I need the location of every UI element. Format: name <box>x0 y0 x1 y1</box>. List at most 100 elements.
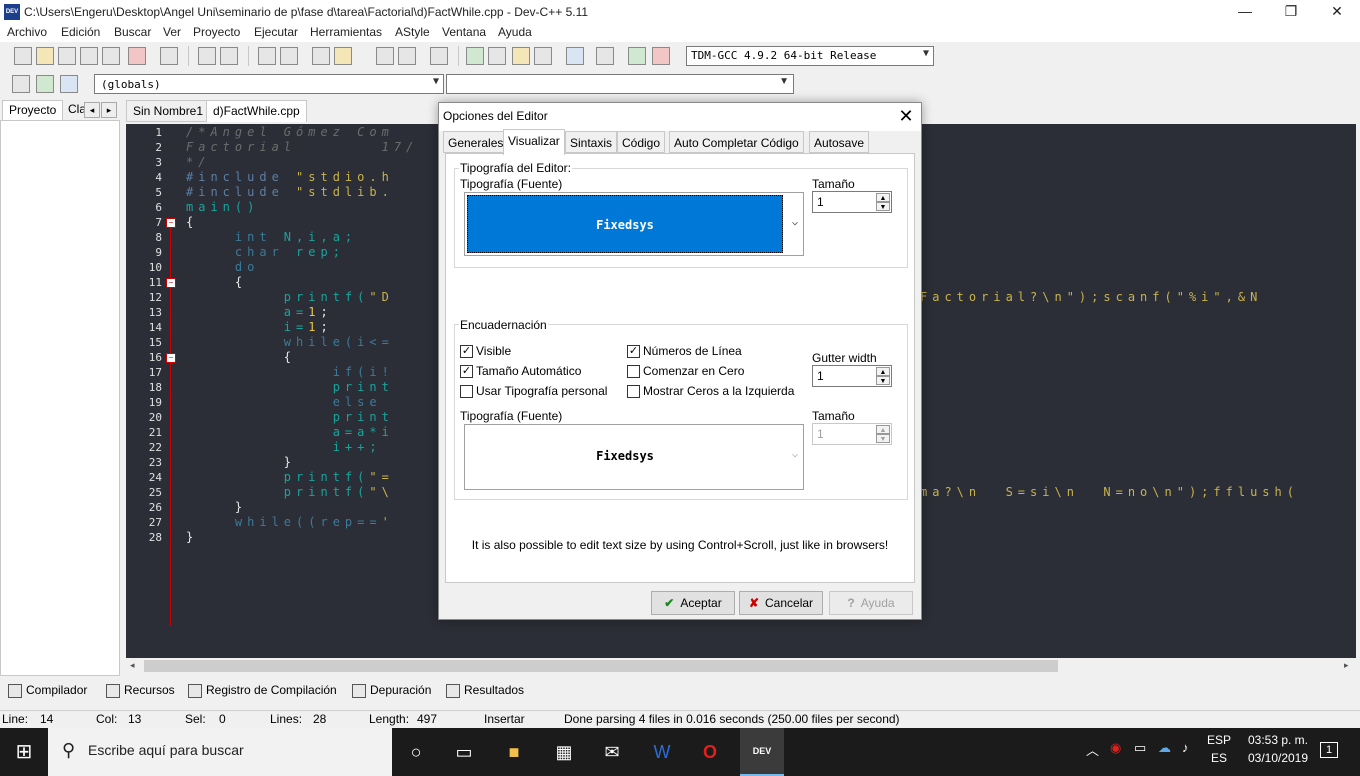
fullscreen-icon[interactable] <box>488 47 506 65</box>
open-file-icon[interactable] <box>36 47 54 65</box>
tab-compilador[interactable]: Compilador <box>6 683 87 701</box>
minimize-button[interactable]: — <box>1222 0 1268 24</box>
close-all-icon[interactable] <box>128 47 146 65</box>
mail-icon[interactable]: ✉ <box>596 736 628 768</box>
onedrive-tray-icon[interactable]: ☁ <box>1158 740 1171 756</box>
members-select[interactable]: ▼ <box>446 74 794 94</box>
menu-herramientas[interactable]: Herramientas <box>310 25 382 39</box>
menu-ayuda[interactable]: Ayuda <box>498 25 532 39</box>
stop-execution-icon[interactable] <box>596 47 614 65</box>
menu-astyle[interactable]: AStyle <box>395 25 430 39</box>
tab-resultados[interactable]: Resultados <box>444 683 524 701</box>
tab-codigo[interactable]: Código <box>617 131 666 153</box>
new-file-icon[interactable] <box>14 47 32 65</box>
goto-line-icon[interactable] <box>312 47 330 65</box>
store-icon[interactable]: ▦ <box>548 736 580 768</box>
tab-depuracion[interactable]: Depuración <box>350 683 431 701</box>
line-numbers-checkbox[interactable]: ✓ Números de Línea <box>627 344 742 358</box>
tab-autosave[interactable]: Autosave <box>809 131 870 153</box>
fold-collapse-icon[interactable]: − <box>166 218 176 228</box>
file-explorer-icon[interactable]: ■ <box>498 736 530 768</box>
auto-size-checkbox[interactable]: ✓ Tamaño Automático <box>460 364 581 378</box>
word-icon[interactable]: W <box>646 736 678 768</box>
close-window-button[interactable]: ✕ <box>1314 0 1360 24</box>
menu-buscar[interactable]: Buscar <box>114 25 151 39</box>
scroll-right-arrow-icon[interactable]: ▸ <box>1344 660 1349 671</box>
toggle-comment-icon[interactable] <box>430 47 448 65</box>
tab-sintaxis[interactable]: Sintaxis <box>565 131 618 153</box>
file-tab-factwhile[interactable]: d)FactWhile.cpp <box>206 100 307 122</box>
tab-proyecto[interactable]: Proyecto <box>2 100 64 120</box>
menu-archivo[interactable]: Archivo <box>7 25 47 39</box>
task-view-icon[interactable]: ▭ <box>448 736 480 768</box>
scrollbar-thumb[interactable] <box>144 660 1058 672</box>
insert-icon[interactable] <box>12 75 30 93</box>
tray-expand-icon[interactable]: ︿ <box>1086 740 1099 759</box>
spin-down-icon[interactable]: ▼ <box>876 376 890 385</box>
custom-font-checkbox[interactable]: Usar Tipografía personal <box>460 384 607 398</box>
scroll-left-arrow-icon[interactable]: ◂ <box>130 660 135 671</box>
notifications-icon[interactable]: 1 <box>1320 742 1338 758</box>
help-button[interactable]: ? Ayuda <box>829 591 913 615</box>
accept-button[interactable]: ✔ Aceptar <box>651 591 735 615</box>
indent-icon[interactable] <box>376 47 394 65</box>
project-options-icon[interactable] <box>512 47 530 65</box>
maximize-button[interactable]: ❐ <box>1268 0 1314 24</box>
fold-collapse-icon[interactable]: − <box>166 353 176 363</box>
editor-font-select[interactable]: Fixedsys ⌵ <box>464 192 804 256</box>
file-tab-sin-nombre1[interactable]: Sin Nombre1 <box>126 100 211 122</box>
opera-icon[interactable]: O <box>694 736 726 768</box>
editor-size-spinner[interactable]: 1 ▲ ▼ <box>812 191 892 213</box>
menu-ejecutar[interactable]: Ejecutar <box>254 25 298 39</box>
clock[interactable]: 03:53 p. m. 03/10/2019 <box>1238 731 1318 767</box>
new-project-icon[interactable] <box>466 47 484 65</box>
windows-start-icon[interactable]: ⊞ <box>0 728 48 776</box>
gutter-font-select[interactable]: Fixedsys ⌵ <box>464 424 804 490</box>
save-all-icon[interactable] <box>80 47 98 65</box>
gutter-size-spinner[interactable]: 1 ▲ ▼ <box>812 423 892 445</box>
language-indicator[interactable]: ESP ES <box>1206 731 1232 767</box>
undo-icon[interactable] <box>198 47 216 65</box>
dialog-close-button[interactable]: ✕ <box>891 104 921 130</box>
spin-up-icon[interactable]: ▲ <box>876 367 890 376</box>
tab-scroll-right-button[interactable]: ▸ <box>101 102 117 118</box>
spin-buttons[interactable]: ▲ ▼ <box>876 425 890 443</box>
save-icon[interactable] <box>58 47 76 65</box>
tab-registro-compilacion[interactable]: Registro de Compilación <box>186 683 337 701</box>
volume-tray-icon[interactable]: ♪ <box>1182 740 1189 755</box>
spin-buttons[interactable]: ▲ ▼ <box>876 193 890 211</box>
print-icon[interactable] <box>160 47 178 65</box>
profile-chart-icon[interactable] <box>628 47 646 65</box>
leading-zeros-checkbox[interactable]: Mostrar Ceros a la Izquierda <box>627 384 794 398</box>
visible-checkbox[interactable]: ✓ Visible <box>460 344 511 358</box>
menu-proyecto[interactable]: Proyecto <box>193 25 240 39</box>
spin-buttons[interactable]: ▲ ▼ <box>876 367 890 385</box>
check-syntax-icon[interactable] <box>566 47 584 65</box>
delete-profile-icon[interactable] <box>652 47 670 65</box>
globals-select[interactable]: (globals) ▼ <box>94 74 444 94</box>
menu-ventana[interactable]: Ventana <box>442 25 486 39</box>
spin-down-icon[interactable]: ▼ <box>876 202 890 211</box>
menu-ver[interactable]: Ver <box>163 25 181 39</box>
antivirus-tray-icon[interactable]: ◉ <box>1110 740 1121 756</box>
redo-icon[interactable] <box>220 47 238 65</box>
cortana-icon[interactable]: ○ <box>400 736 432 768</box>
gutter-width-spinner[interactable]: 1 ▲ ▼ <box>812 365 892 387</box>
bookmark-icon[interactable] <box>334 47 352 65</box>
tab-visualizar[interactable]: Visualizar <box>503 129 565 155</box>
devcpp-taskbar-icon[interactable]: DEV <box>740 728 784 776</box>
close-file-icon[interactable] <box>102 47 120 65</box>
network-tray-icon[interactable]: ▭ <box>1134 740 1146 756</box>
start-zero-checkbox[interactable]: Comenzar en Cero <box>627 364 744 378</box>
taskbar-search[interactable]: Escribe aquí para buscar <box>48 728 392 776</box>
spin-up-icon[interactable]: ▲ <box>876 425 890 434</box>
tab-clases[interactable]: Cla <box>62 100 86 120</box>
replace-icon[interactable] <box>280 47 298 65</box>
tab-generales[interactable]: Generales <box>443 131 509 153</box>
goto-icon[interactable] <box>36 75 54 93</box>
bookmarks-icon[interactable] <box>60 75 78 93</box>
cancel-button[interactable]: ✘ Cancelar <box>739 591 823 615</box>
unindent-icon[interactable] <box>398 47 416 65</box>
spin-up-icon[interactable]: ▲ <box>876 193 890 202</box>
menu-edicion[interactable]: Edición <box>61 25 100 39</box>
